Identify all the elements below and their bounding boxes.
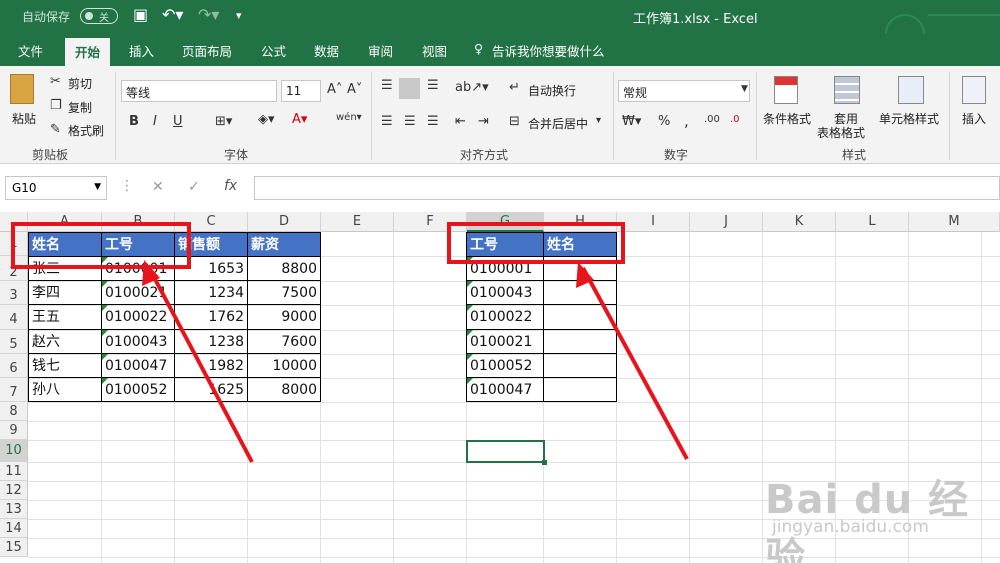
font-color-icon[interactable]: A▾	[292, 112, 307, 127]
worksheet-grid[interactable]: A B C D E F G H I J K L M 1 2 3 4 5 6 7 …	[0, 212, 1000, 563]
cell-styles-button[interactable]: 单元格样式	[879, 110, 939, 127]
enter-check-icon[interactable]: ✓	[188, 179, 200, 195]
autosave-toggle[interactable]: 关	[80, 8, 118, 24]
cell-styles-icon	[898, 76, 924, 104]
decrease-decimal-icon[interactable]: .0	[730, 114, 740, 125]
merge-center-button[interactable]: 合并后居中	[528, 115, 588, 132]
chevron-down-icon: ▼	[741, 84, 748, 94]
alignment-group-label: 对齐方式	[460, 148, 509, 162]
align-center-icon[interactable]: ☰	[404, 114, 416, 129]
insert-cells-button[interactable]: 插入	[962, 110, 986, 127]
more-icon: ⋮	[120, 178, 134, 194]
customize-qat-icon[interactable]: ▾	[236, 9, 242, 22]
wrap-text-icon: ↵	[509, 80, 520, 95]
comma-button[interactable]: ,	[684, 112, 689, 130]
divider	[949, 72, 950, 160]
number-group-label: 数字	[664, 148, 689, 162]
grow-font-icon[interactable]: A˄	[327, 82, 342, 97]
chevron-down-icon: ▼	[94, 182, 101, 192]
align-middle-icon[interactable]	[399, 78, 420, 99]
ribbon: 粘贴 ✂ 剪切 ❐ 复制 ✎ 格式刷 剪贴板 等线 11 A˄ A˅ B I U…	[0, 66, 1000, 164]
save-icon[interactable]: ▣	[133, 5, 148, 24]
format-as-table-icon	[834, 76, 860, 104]
formula-input[interactable]	[254, 176, 1000, 200]
conditional-format-button[interactable]: 条件格式	[763, 110, 811, 127]
autosave-state: 关	[99, 13, 109, 24]
title-bar: 自动保存 关 ▣ ↶▾ ↷▾ ▾ 工作簿1.xlsx - Excel	[0, 0, 1000, 54]
cancel-icon[interactable]: ✕	[152, 179, 164, 195]
paintbrush-icon: ✎	[50, 122, 61, 137]
copy-button[interactable]: 复制	[68, 99, 92, 116]
autosave-label: 自动保存	[22, 10, 71, 24]
number-format-select[interactable]: 常规	[618, 80, 750, 102]
decrease-indent-icon[interactable]: ⇤	[455, 114, 466, 129]
font-size-select[interactable]: 11	[281, 80, 321, 102]
paste-button[interactable]: 粘贴	[12, 110, 36, 127]
tab-insert[interactable]: 插入	[129, 41, 154, 60]
annotation-arrow-left	[146, 265, 254, 463]
copy-icon: ❐	[50, 98, 62, 113]
merge-dropdown-icon[interactable]: ▾	[596, 115, 601, 126]
font-group-label: 字体	[224, 148, 249, 162]
tab-view[interactable]: 视图	[422, 41, 447, 60]
paste-icon[interactable]	[10, 74, 34, 104]
format-as-table-button[interactable]: 表格格式	[817, 124, 865, 141]
shrink-font-icon[interactable]: A˅	[347, 82, 362, 97]
scissors-icon: ✂	[50, 74, 61, 89]
font-name-value: 等线	[126, 86, 151, 100]
cut-button[interactable]: 剪切	[68, 75, 92, 92]
redo-icon[interactable]: ↷▾	[198, 5, 219, 24]
font-size-value: 11	[286, 84, 302, 98]
divider	[115, 72, 116, 160]
tab-home[interactable]: 开始	[65, 38, 111, 66]
lightbulb-icon: ♀	[474, 41, 484, 56]
styles-group-label: 样式	[842, 148, 867, 162]
number-format-value: 常规	[623, 86, 648, 100]
fill-color-icon[interactable]: ◈▾	[258, 112, 275, 127]
name-box[interactable]: G10 ▼	[5, 176, 107, 200]
align-bottom-icon[interactable]: ☰	[427, 78, 439, 93]
insert-cells-icon	[962, 76, 986, 104]
tell-me-search[interactable]: 告诉我你想要做什么	[492, 41, 605, 60]
tab-page-layout[interactable]: 页面布局	[182, 41, 232, 60]
orientation-icon[interactable]: ab↗▾	[455, 80, 489, 95]
phonetic-icon[interactable]: wén▾	[336, 112, 362, 123]
toggle-knob	[85, 12, 93, 20]
tab-data[interactable]: 数据	[314, 41, 339, 60]
wrap-text-button[interactable]: 自动换行	[528, 82, 576, 99]
window-title: 工作簿1.xlsx - Excel	[633, 12, 758, 27]
conditional-format-icon	[774, 76, 798, 104]
accounting-icon[interactable]: ₩▾	[622, 114, 641, 129]
font-name-select[interactable]: 等线	[121, 80, 277, 102]
watermark-brand: Bai du 经验	[765, 477, 970, 563]
divider	[371, 72, 372, 160]
clipboard-group-label: 剪贴板	[32, 148, 69, 162]
tab-file[interactable]: 文件	[18, 41, 43, 60]
merge-icon: ⊟	[509, 114, 520, 129]
increase-indent-icon[interactable]: ⇥	[478, 114, 489, 129]
name-box-value: G10	[12, 181, 37, 195]
divider	[756, 72, 757, 160]
align-top-icon[interactable]: ☰	[381, 78, 393, 93]
ribbon-tabs: 文件 开始 插入 页面布局 公式 数据 审阅 视图 ♀ 告诉我你想要做什么	[0, 34, 1000, 66]
undo-icon[interactable]: ↶▾	[162, 5, 183, 24]
align-left-icon[interactable]: ☰	[381, 114, 393, 129]
format-painter-button[interactable]: 格式刷	[68, 122, 104, 139]
tab-review[interactable]: 审阅	[368, 41, 393, 60]
increase-decimal-icon[interactable]: .00	[704, 114, 720, 125]
borders-icon[interactable]: ⊞▾	[215, 114, 232, 129]
insert-function-button[interactable]: fx	[224, 178, 237, 194]
underline-button[interactable]: U	[173, 114, 183, 129]
italic-button[interactable]: I	[153, 114, 157, 129]
tab-formulas[interactable]: 公式	[261, 41, 286, 60]
annotation-arrow-right	[581, 267, 689, 460]
decor-line	[928, 14, 1000, 16]
bold-button[interactable]: B	[129, 114, 139, 129]
divider	[613, 72, 614, 160]
align-right-icon[interactable]: ☰	[427, 114, 439, 129]
percent-button[interactable]: %	[658, 114, 670, 129]
watermark-url: jingyan.baidu.com	[772, 517, 929, 537]
